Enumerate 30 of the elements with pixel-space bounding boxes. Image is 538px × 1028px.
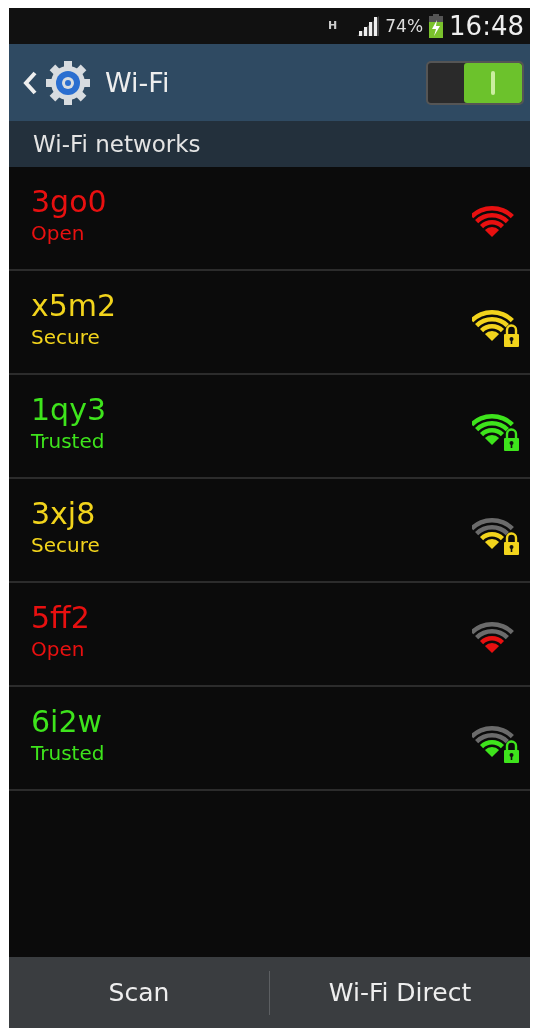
network-name: x5m2 <box>31 287 118 323</box>
network-row[interactable]: 5ff2 Open <box>9 583 530 687</box>
network-row[interactable]: x5m2 Secure <box>9 271 530 375</box>
security-label: Secure <box>31 532 101 557</box>
battery-charging-icon <box>429 14 444 38</box>
screen-title: Wi-Fi <box>105 67 171 98</box>
network-name: 1qy3 <box>31 391 107 427</box>
battery-percent: 74% <box>385 16 424 36</box>
network-name: 5ff2 <box>31 599 91 635</box>
network-row[interactable]: 3go0 Open <box>9 167 530 271</box>
clock: 16:48 <box>449 11 524 41</box>
settings-icon[interactable] <box>45 59 91 106</box>
security-label: Open <box>31 636 86 661</box>
back-icon[interactable] <box>23 70 37 95</box>
network-row[interactable]: 1qy3 Trusted <box>9 375 530 479</box>
security-label: Trusted <box>31 428 106 453</box>
network-row[interactable]: 3xj8 Secure <box>9 479 530 583</box>
bottom-button[interactable]: Scan <box>9 957 269 1028</box>
security-label: Open <box>31 220 86 245</box>
bottom-button[interactable]: Wi-Fi Direct <box>270 957 530 1028</box>
security-label: Secure <box>31 324 101 349</box>
network-name: 3go0 <box>31 183 108 219</box>
section-header: Wi-Fi networks <box>33 131 201 157</box>
security-label: Trusted <box>31 740 106 765</box>
signal-icon <box>357 16 380 36</box>
wifi-toggle[interactable] <box>426 60 524 105</box>
network-name: 3xj8 <box>31 495 97 531</box>
network-type-label: H <box>328 21 338 31</box>
network-row[interactable]: 6i2w Trusted <box>9 687 530 791</box>
network-name: 6i2w <box>31 703 104 739</box>
